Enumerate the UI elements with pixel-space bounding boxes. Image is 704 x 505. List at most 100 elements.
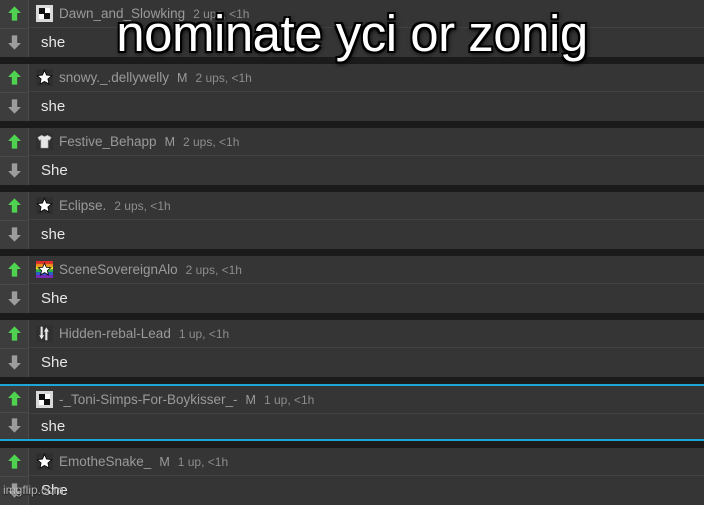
vote-column <box>0 192 29 249</box>
comment-text-line: she <box>29 220 704 249</box>
comment-text-line: she <box>29 28 704 57</box>
downvote-button[interactable] <box>0 285 28 314</box>
comment-username[interactable]: Dawn_and_Slowking <box>59 6 185 21</box>
comment-text: She <box>41 291 68 306</box>
comment-body: EmotheSnake_ M 1 up, <1h She <box>29 448 704 505</box>
comment-username[interactable]: -_Toni-Simps-For-Boykisser_- <box>59 392 238 407</box>
comment-text-line: she <box>29 92 704 121</box>
upvote-arrow-icon <box>7 390 22 407</box>
downvote-button[interactable] <box>0 349 28 378</box>
comment-row: -_Toni-Simps-For-Boykisser_- M 1 up, <1h sh… <box>0 384 704 441</box>
comment-stats: 2 ups, <1h <box>114 199 170 213</box>
shirt-avatar <box>36 133 53 150</box>
downvote-arrow-icon <box>7 482 22 499</box>
comment-list: Dawn_and_Slowking2 ups, <1hshesnowy._.de… <box>0 0 704 500</box>
downvote-arrow-icon <box>7 417 22 434</box>
vote-column <box>0 128 29 185</box>
vote-column <box>0 320 29 377</box>
upvote-arrow-icon <box>7 325 22 342</box>
star-avatar <box>36 197 53 214</box>
comment-username[interactable]: snowy._.dellywelly <box>59 70 169 85</box>
comment-body: Eclipse. 2 ups, <1h she <box>29 192 704 249</box>
comment-stats: 1 up, <1h <box>178 455 228 469</box>
comment-stats: 2 ups, <1h <box>186 263 242 277</box>
downvote-arrow-icon <box>7 354 22 371</box>
checker-square-avatar <box>36 5 53 22</box>
comment-body: -_Toni-Simps-For-Boykisser_- M 1 up, <1h sh… <box>29 386 704 439</box>
comment-text: She <box>41 355 68 370</box>
downvote-button[interactable] <box>0 413 28 440</box>
vote-column <box>0 0 29 57</box>
comment-body: SceneSovereignAlo 2 ups, <1h She <box>29 256 704 313</box>
comment-text: she <box>41 99 65 114</box>
star-avatar <box>36 69 53 86</box>
comment-text: She <box>41 483 68 498</box>
comment-meta: Festive_Behapp M 2 ups, <1h <box>29 128 704 156</box>
upvote-arrow-icon <box>7 197 22 214</box>
upvote-button[interactable] <box>0 128 28 157</box>
moderator-badge: M <box>159 455 169 469</box>
comment-body: snowy._.dellywelly M 2 ups, <1h she <box>29 64 704 121</box>
vote-column <box>0 448 29 505</box>
comment-meta: Hidden-rebal-Lead 1 up, <1h <box>29 320 704 348</box>
comment-stats: 2 ups, <1h <box>195 71 251 85</box>
double-arrow-avatar <box>36 325 53 342</box>
downvote-button[interactable] <box>0 221 28 250</box>
comment-row: SceneSovereignAlo 2 ups, <1h She <box>0 256 704 313</box>
comment-text: She <box>41 163 68 178</box>
upvote-button[interactable] <box>0 0 28 29</box>
comment-text-line: She <box>29 156 704 185</box>
upvote-button[interactable] <box>0 64 28 93</box>
downvote-button[interactable] <box>0 29 28 58</box>
downvote-arrow-icon <box>7 226 22 243</box>
upvote-button[interactable] <box>0 386 28 413</box>
comment-text-line: She <box>29 284 704 313</box>
upvote-arrow-icon <box>7 453 22 470</box>
comment-row: snowy._.dellywelly M 2 ups, <1h she <box>0 64 704 121</box>
downvote-arrow-icon <box>7 98 22 115</box>
checker-square-avatar <box>36 391 53 408</box>
comment-text: she <box>41 227 65 242</box>
downvote-button[interactable] <box>0 477 28 505</box>
upvote-arrow-icon <box>7 69 22 86</box>
comment-text-line: she <box>29 414 704 439</box>
vote-column <box>0 256 29 313</box>
upvote-button[interactable] <box>0 320 28 349</box>
rainbow-star-avatar <box>36 261 53 278</box>
moderator-badge: M <box>246 393 256 407</box>
comment-body: Hidden-rebal-Lead 1 up, <1h She <box>29 320 704 377</box>
comment-row: Festive_Behapp M 2 ups, <1h She <box>0 128 704 185</box>
moderator-badge: M <box>165 135 175 149</box>
upvote-arrow-icon <box>7 261 22 278</box>
comment-username[interactable]: Hidden-rebal-Lead <box>59 326 171 341</box>
comment-username[interactable]: SceneSovereignAlo <box>59 262 178 277</box>
moderator-badge: M <box>177 71 187 85</box>
upvote-button[interactable] <box>0 256 28 285</box>
comment-meta: SceneSovereignAlo 2 ups, <1h <box>29 256 704 284</box>
comment-stats: 2 ups, <1h <box>193 7 249 21</box>
comment-text-line: She <box>29 476 704 505</box>
comment-row: Hidden-rebal-Lead 1 up, <1h She <box>0 320 704 377</box>
upvote-arrow-icon <box>7 5 22 22</box>
comment-username[interactable]: Eclipse. <box>59 198 106 213</box>
downvote-button[interactable] <box>0 93 28 122</box>
comment-text: she <box>41 419 65 434</box>
comment-row: EmotheSnake_ M 1 up, <1h She <box>0 448 704 505</box>
comment-username[interactable]: Festive_Behapp <box>59 134 157 149</box>
comment-stats: 2 ups, <1h <box>183 135 239 149</box>
vote-column <box>0 386 29 439</box>
comment-meta: EmotheSnake_ M 1 up, <1h <box>29 448 704 476</box>
comment-meta: Eclipse. 2 ups, <1h <box>29 192 704 220</box>
upvote-button[interactable] <box>0 192 28 221</box>
comment-body: Festive_Behapp M 2 ups, <1h She <box>29 128 704 185</box>
comment-text-line: She <box>29 348 704 377</box>
comment-row: Dawn_and_Slowking 2 ups, <1h she <box>0 0 704 57</box>
comment-username[interactable]: EmotheSnake_ <box>59 454 151 469</box>
comment-stats: 1 up, <1h <box>264 393 314 407</box>
upvote-button[interactable] <box>0 448 28 477</box>
downvote-button[interactable] <box>0 157 28 186</box>
comment-stats: 1 up, <1h <box>179 327 229 341</box>
comment-meta: Dawn_and_Slowking 2 ups, <1h <box>29 0 704 28</box>
vote-column <box>0 64 29 121</box>
star-avatar <box>36 453 53 470</box>
